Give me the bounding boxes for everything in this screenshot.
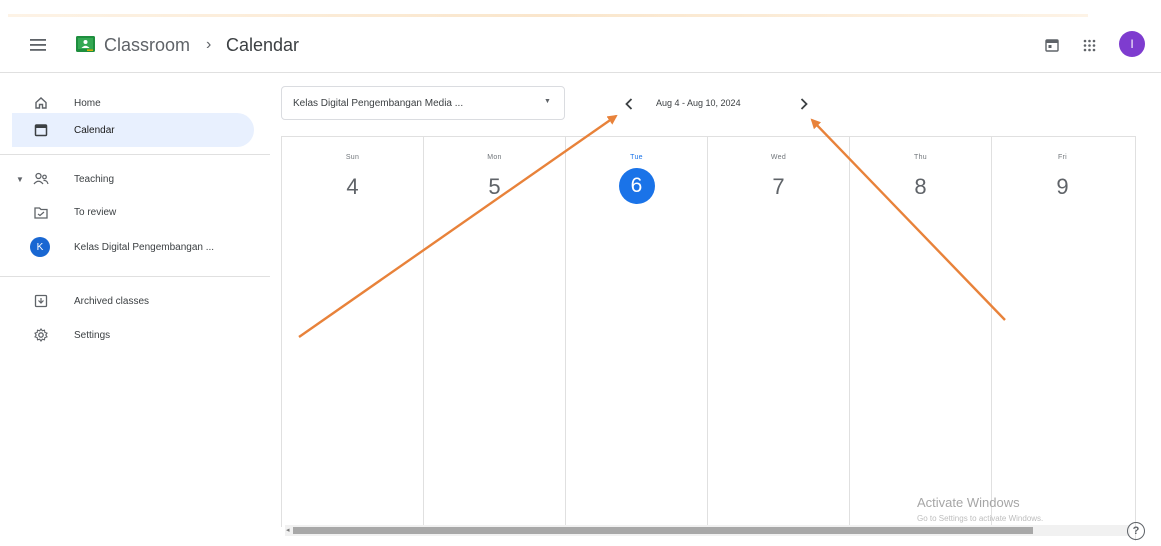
sidebar-item-to-review[interactable]: To review — [14, 195, 256, 229]
class-select-value: Kelas Digital Pengembangan Media ... — [293, 97, 464, 109]
scroll-left-arrow-icon[interactable]: ◂ — [286, 526, 290, 534]
day-name: Tue — [630, 154, 643, 161]
sidebar-divider — [0, 276, 270, 277]
day-name: Thu — [914, 154, 927, 161]
archive-icon — [32, 292, 50, 310]
scrollbar-thumb[interactable] — [293, 527, 1033, 534]
sidebar-item-class[interactable]: K Kelas Digital Pengembangan ... — [14, 230, 256, 264]
sidebar-nav: Home Calendar ▼ Teaching To review K Kel… — [0, 73, 270, 546]
settings-gear-icon — [32, 326, 50, 344]
calendar-icon — [32, 121, 50, 139]
classroom-calendar-page: Classroom › Calendar I Home Calendar ▼ T… — [0, 0, 1161, 546]
week-calendar-grid: Sun 4 Mon 5 Tue 6 Wed 7 Thu 8 Fri 9 — [281, 136, 1136, 541]
sidebar-item-teaching[interactable]: ▼ Teaching — [14, 162, 256, 196]
people-icon — [32, 170, 50, 188]
classroom-logo-icon[interactable] — [76, 36, 95, 52]
page-title: Calendar — [226, 35, 300, 55]
day-number[interactable]: 4 — [333, 171, 373, 203]
folder-review-icon — [32, 203, 50, 221]
sidebar-item-label: To review — [74, 206, 117, 218]
activate-windows-watermark: Activate Windows — [917, 495, 1020, 510]
sidebar-item-calendar[interactable]: Calendar — [12, 113, 254, 147]
top-accent-strip — [8, 14, 1088, 17]
hamburger-menu-icon[interactable] — [26, 33, 50, 57]
home-icon — [32, 94, 50, 112]
horizontal-scrollbar[interactable]: ◂ — [285, 525, 1130, 536]
day-column-fri[interactable]: Fri 9 — [991, 137, 1133, 527]
class-select-dropdown[interactable]: Kelas Digital Pengembangan Media ... ▼ — [281, 86, 565, 120]
day-number-today[interactable]: 6 — [618, 168, 655, 204]
day-column-tue[interactable]: Tue 6 — [565, 137, 707, 527]
date-range-label: Aug 4 - Aug 10, 2024 — [656, 98, 741, 108]
sidebar-item-label: Archived classes — [74, 295, 150, 307]
account-avatar[interactable]: I — [1119, 31, 1145, 57]
expand-caret-icon[interactable]: ▼ — [16, 175, 24, 184]
day-number[interactable]: 9 — [1043, 171, 1083, 203]
sidebar-item-label: Calendar — [74, 124, 115, 136]
day-name: Mon — [487, 154, 502, 161]
apps-grid-icon[interactable] — [1078, 34, 1100, 56]
day-column-thu[interactable]: Thu 8 — [849, 137, 991, 527]
sidebar-item-label: Settings — [74, 329, 111, 341]
breadcrumb-separator: › — [206, 36, 212, 53]
day-name: Wed — [770, 154, 787, 161]
day-column-wed[interactable]: Wed 7 — [707, 137, 849, 527]
sidebar-item-settings[interactable]: Settings — [14, 318, 256, 352]
calendar-icon[interactable] — [1041, 34, 1063, 56]
day-number[interactable]: 5 — [475, 171, 515, 203]
day-column-sun[interactable]: Sun 4 — [281, 137, 423, 527]
sidebar-divider — [0, 154, 270, 155]
sidebar-item-label: Teaching — [74, 173, 115, 185]
day-name: Fri — [1057, 154, 1068, 161]
help-icon[interactable]: ? — [1127, 522, 1145, 540]
app-title-link[interactable]: Classroom — [104, 34, 190, 56]
chevron-down-icon: ▼ — [544, 98, 551, 105]
day-number[interactable]: 8 — [901, 171, 941, 203]
day-name: Sun — [345, 154, 360, 161]
app-header: Classroom › Calendar I — [0, 18, 1161, 73]
class-avatar: K — [30, 237, 50, 257]
sidebar-item-archived[interactable]: Archived classes — [14, 284, 256, 318]
activate-windows-subtitle: Go to Settings to activate Windows. — [917, 514, 1044, 523]
chevron-right-icon[interactable] — [792, 92, 816, 116]
day-number[interactable]: 7 — [759, 171, 799, 203]
day-column-mon[interactable]: Mon 5 — [423, 137, 565, 527]
chevron-left-icon[interactable] — [617, 92, 641, 116]
sidebar-item-label: Home — [74, 97, 101, 109]
sidebar-item-label: Kelas Digital Pengembangan ... — [74, 241, 215, 253]
